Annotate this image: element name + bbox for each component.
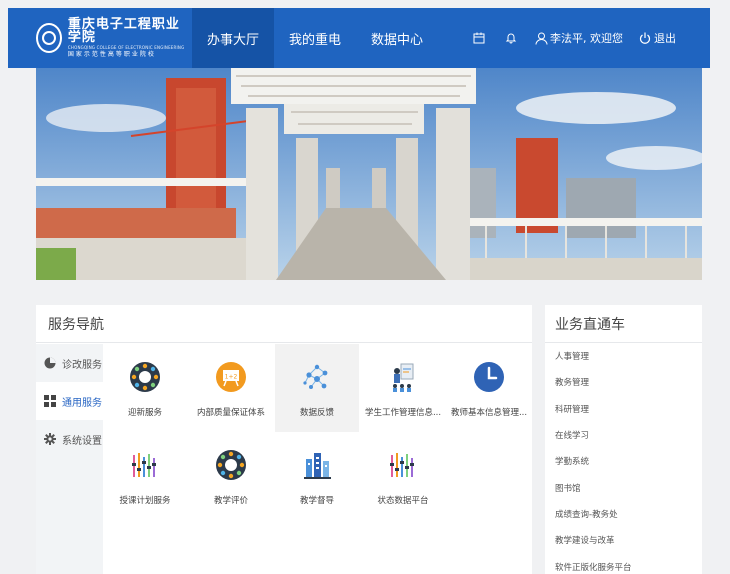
link-academic-management[interactable]: 教务管理 [555,369,702,395]
tab-general-service[interactable]: 通用服务 [36,382,103,420]
logo-subtitle: 国家示范性高等职业院校 [67,51,156,58]
tile-teaching-supervision[interactable]: 教学督导 [275,432,359,520]
quick-links-title: 业务直通车 [545,305,702,343]
presenter-icon [386,360,420,394]
logout-label: 退出 [654,32,676,45]
orange-board-icon: 1+2 [214,360,248,394]
pie-chart-icon [44,357,56,369]
top-navigation-bar: 重庆电子工程职业学院 CHONGQING COLLEGE OF ELECTRON… [8,8,710,68]
college-logo[interactable]: 重庆电子工程职业学院 CHONGQING COLLEGE OF ELECTRON… [36,18,186,58]
quick-links-list: 人事管理 教务管理 科研管理 在线学习 学勤系统 图书馆 成绩查询-教务处 教学… [545,343,702,574]
link-library[interactable]: 图书馆 [555,474,702,500]
gear-icon [44,433,56,445]
logo-chinese-name: 重庆电子工程职业学院 [67,17,180,45]
link-research-management[interactable]: 科研管理 [555,396,702,422]
link-hr-management[interactable]: 人事管理 [555,343,702,369]
svg-text:1+2: 1+2 [225,374,238,381]
tile-internal-quality[interactable]: 1+2 内部质量保证体系 [189,344,273,432]
tile-student-affairs[interactable]: 学生工作管理信息... [361,344,445,432]
service-category-sidebar: 诊改服务 通用服务 系统设置 [36,344,103,574]
service-tile-grid: 迎新服务 1+2 内部质量保证体系 数据反馈 学生工作管理信息... 教师基本信… [103,344,532,574]
service-nav-title: 服务导航 [36,305,532,343]
tile-teacher-info[interactable]: 教师基本信息管理... [447,344,531,432]
user-name-text: 李法平, 欢迎您 [550,32,623,45]
logo-english-name: CHONGQING COLLEGE OF ELECTRONIC ENGINEER… [67,45,185,50]
tab-diagnosis-service[interactable]: 诊改服务 [36,344,103,382]
bell-icon[interactable] [501,28,521,48]
nav-my-cqcet[interactable]: 我的重电 [274,8,356,68]
building-icon [300,448,334,482]
network-icon [300,360,334,394]
tile-freshman-service[interactable]: 迎新服务 [103,344,187,432]
tab-system-settings[interactable]: 系统设置 [36,420,103,458]
nav-data-center[interactable]: 数据中心 [356,8,438,68]
tile-teaching-evaluation[interactable]: 教学评价 [189,432,273,520]
bars-icon [128,448,162,482]
power-icon [639,32,651,44]
link-teaching-reform[interactable]: 教学建设与改革 [555,527,702,553]
college-seal-icon [36,23,62,53]
service-navigation-panel: 服务导航 诊改服务 通用服务 系统设置 迎新服务 1+2 内部质量保证体系 数据… [36,305,532,574]
ring-icon [128,360,162,394]
nav-service-hall[interactable]: 办事大厅 [192,8,275,68]
tile-data-feedback[interactable]: 数据反馈 [275,344,359,432]
clock-icon [472,360,506,394]
business-quick-links-panel: 业务直通车 人事管理 教务管理 科研管理 在线学习 学勤系统 图书馆 成绩查询-… [545,305,702,574]
link-online-learning[interactable]: 在线学习 [555,422,702,448]
main-nav: 办事大厅 我的重电 数据中心 [192,8,438,68]
ring-icon [214,448,248,482]
header-tools: 李法平, 欢迎您 退出 [457,8,676,68]
campus-banner-image [36,68,702,280]
user-icon [535,32,548,45]
logout-button[interactable]: 退出 [639,30,676,46]
user-greeting[interactable]: 李法平, 欢迎您 [535,30,623,46]
grid-icon [44,395,56,407]
tile-teaching-plan[interactable]: 授课计划服务 [103,432,187,520]
link-attendance-system[interactable]: 学勤系统 [555,448,702,474]
calendar-icon[interactable] [469,28,489,48]
tile-status-data-platform[interactable]: 状态数据平台 [361,432,445,520]
link-grade-query[interactable]: 成绩查询-教务处 [555,501,702,527]
bars-icon [386,448,420,482]
link-licensed-software-platform[interactable]: 软件正版化服务平台 [555,553,702,574]
